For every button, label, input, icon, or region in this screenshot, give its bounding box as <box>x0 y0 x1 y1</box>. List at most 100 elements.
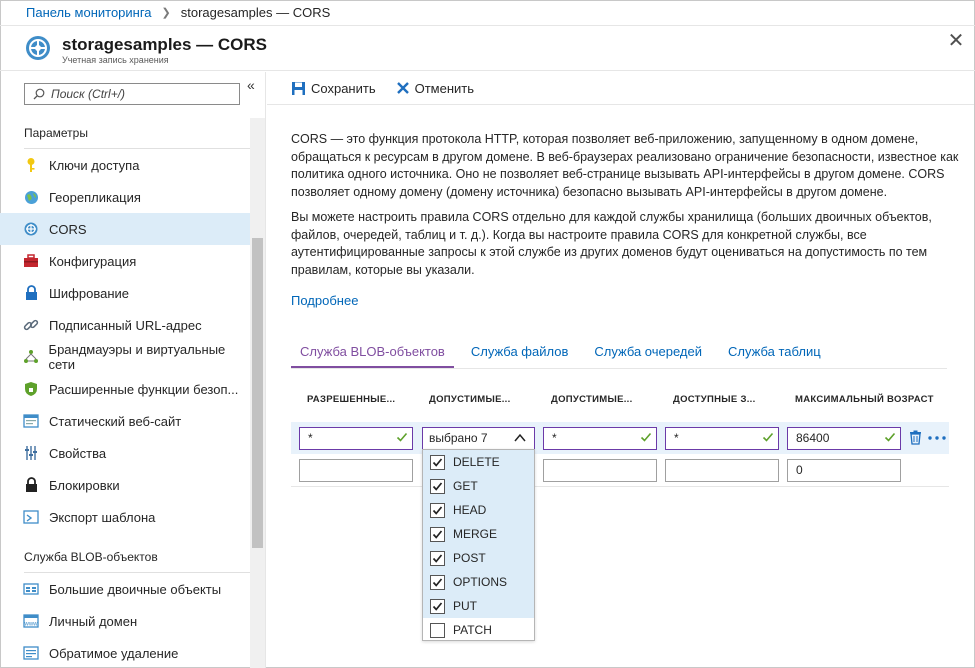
search-box[interactable] <box>24 83 240 105</box>
method-option-patch[interactable]: PATCH <box>423 618 534 642</box>
checkbox-checked-icon[interactable] <box>430 526 445 542</box>
sidebar-item-label: Экспорт шаблона <box>49 509 156 525</box>
sidebar-item-firewall[interactable]: Брандмауэры и виртуальные сети <box>0 341 250 373</box>
blob-icon <box>22 580 40 598</box>
sidebar-item-label: Личный домен <box>49 613 138 629</box>
tab-file-service[interactable]: Служба файлов <box>462 342 578 368</box>
learn-more-link[interactable]: Подробнее <box>291 293 358 308</box>
service-tabs: Служба BLOB-объектов Служба файлов Служб… <box>291 342 838 368</box>
exposed-headers-field[interactable]: * <box>665 427 779 450</box>
column-header-max-age: МАКСИМАЛЬНЫЙ ВОЗРАСТ <box>795 394 934 405</box>
allowed-headers-field-new[interactable] <box>543 459 657 482</box>
method-option-options[interactable]: OPTIONS <box>423 570 534 594</box>
column-header-allowed-origins: РАЗРЕШЕННЫЕ... <box>307 394 396 405</box>
close-icon[interactable]: ✕ <box>947 31 965 51</box>
method-option-get[interactable]: GET <box>423 474 534 498</box>
method-option-merge[interactable]: MERGE <box>423 522 534 546</box>
network-icon <box>22 348 40 366</box>
sidebar-item-label: Статический веб-сайт <box>49 413 182 429</box>
description-paragraph-1: CORS — это функция протокола HTTP, котор… <box>291 132 959 199</box>
method-option-label: MERGE <box>453 527 498 541</box>
allowed-methods-value: выбрано 7 <box>429 431 488 445</box>
sidebar-item-properties[interactable]: Свойства <box>0 437 250 469</box>
more-options-icon[interactable] <box>927 435 947 441</box>
website-icon <box>22 412 40 430</box>
checkbox-checked-icon[interactable] <box>430 454 445 470</box>
link-icon <box>22 316 40 334</box>
save-button[interactable]: Сохранить <box>291 81 376 96</box>
method-option-head[interactable]: HEAD <box>423 498 534 522</box>
max-age-field-new[interactable]: 0 <box>787 459 901 482</box>
sidebar-item-blobs[interactable]: Большие двоичные объекты <box>0 573 250 605</box>
breadcrumb-current: storagesamples — CORS <box>180 5 331 20</box>
method-option-label: DELETE <box>453 455 500 469</box>
close-icon <box>396 81 410 95</box>
checkbox-checked-icon[interactable] <box>430 478 445 494</box>
chevron-right-icon: ❯ <box>161 7 171 19</box>
max-age-value: 86400 <box>796 431 830 445</box>
sidebar-item-label: Расширенные функции безоп... <box>49 381 239 397</box>
method-option-post[interactable]: POST <box>423 546 534 570</box>
exposed-headers-field-new[interactable] <box>665 459 779 482</box>
sidebar-item-label: Георепликация <box>49 189 141 205</box>
method-option-label: PUT <box>453 599 477 613</box>
scrollbar-thumb[interactable] <box>252 238 263 548</box>
cors-icon <box>26 36 50 60</box>
cancel-button[interactable]: Отменить <box>396 81 474 96</box>
svg-text:www: www <box>24 622 39 628</box>
sidebar-item-soft-delete[interactable]: Обратимое удаление <box>0 637 250 668</box>
sidebar-item-configuration[interactable]: Конфигурация <box>0 245 250 277</box>
tab-table-service[interactable]: Служба таблиц <box>719 342 830 368</box>
sidebar-item-cors[interactable]: CORS <box>0 213 250 245</box>
lock-icon <box>22 284 40 302</box>
sidebar-item-custom-domain[interactable]: www Личный домен <box>0 605 250 637</box>
page-title: storagesamples — CORS <box>62 35 268 54</box>
column-header-allowed-headers: ДОПУСТИМЫЕ... <box>551 394 633 405</box>
sidebar-item-sas[interactable]: Подписанный URL-адрес <box>0 309 250 341</box>
sidebar-item-locks[interactable]: Блокировки <box>0 469 250 501</box>
delete-icon[interactable] <box>909 430 922 445</box>
exposed-headers-value: * <box>674 431 679 445</box>
checkbox-unchecked-icon[interactable] <box>430 622 445 638</box>
globe-icon <box>22 188 40 206</box>
sidebar-item-advanced-security[interactable]: Расширенные функции безоп... <box>0 373 250 405</box>
method-option-put[interactable]: PUT <box>423 594 534 618</box>
search-input[interactable] <box>51 87 231 101</box>
table-bottom-divider <box>291 486 949 487</box>
sidebar-item-label: Брандмауэры и виртуальные сети <box>48 342 226 372</box>
main-content: Сохранить Отменить CORS — это функция пр… <box>267 72 974 668</box>
toolbox-icon <box>22 252 40 270</box>
cors-icon <box>22 220 40 238</box>
sidebar-item-label: Большие двоичные объекты <box>49 581 222 597</box>
checkbox-checked-icon[interactable] <box>430 598 445 614</box>
method-option-delete[interactable]: DELETE <box>423 450 534 474</box>
sidebar-item-export-template[interactable]: Экспорт шаблона <box>0 501 250 533</box>
breadcrumb-dashboard-link[interactable]: Панель мониторинга <box>26 5 152 20</box>
checkbox-checked-icon[interactable] <box>430 502 445 518</box>
allowed-headers-value: * <box>552 431 557 445</box>
export-icon <box>22 508 40 526</box>
allowed-headers-field[interactable]: * <box>543 427 657 450</box>
allowed-methods-select[interactable]: выбрано 7 <box>422 427 535 450</box>
sidebar-item-label: Конфигурация <box>49 253 137 269</box>
sidebar-item-geo-replication[interactable]: Георепликация <box>0 181 250 213</box>
sidebar-scrollbar[interactable] <box>250 118 265 668</box>
max-age-field[interactable]: 86400 <box>787 427 901 450</box>
sidebar-item-access-keys[interactable]: Ключи доступа <box>0 149 250 181</box>
sidebar-item-encryption[interactable]: Шифрование <box>0 277 250 309</box>
sidebar-item-static-website[interactable]: Статический веб-сайт <box>0 405 250 437</box>
method-option-label: OPTIONS <box>453 575 508 589</box>
tab-queue-service[interactable]: Служба очередей <box>585 342 711 368</box>
section-title-settings: Параметры <box>24 126 88 140</box>
allowed-origins-field[interactable]: * <box>299 427 413 450</box>
tab-blob-service[interactable]: Служба BLOB-объектов <box>291 342 454 368</box>
allowed-origins-field-new[interactable] <box>299 459 413 482</box>
checkbox-checked-icon[interactable] <box>430 574 445 590</box>
command-bar: Сохранить Отменить <box>267 72 974 105</box>
column-header-allowed-methods: ДОПУСТИМЫЕ... <box>429 394 511 405</box>
collapse-sidebar-icon[interactable]: « <box>247 77 255 93</box>
method-option-label: GET <box>453 479 478 493</box>
checkbox-checked-icon[interactable] <box>430 550 445 566</box>
sidebar-item-label: Обратимое удаление <box>49 645 179 661</box>
checkmark-icon <box>762 432 774 442</box>
